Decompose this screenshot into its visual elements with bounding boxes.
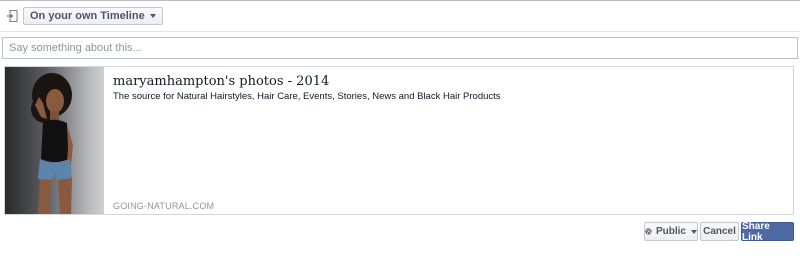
audience-dropdown[interactable]: On your own Timeline xyxy=(23,7,163,25)
preview-title[interactable]: maryamhampton's photos - 2014 xyxy=(113,74,329,89)
preview-description: The source for Natural Hairstyles, Hair … xyxy=(113,91,501,102)
preview-thumbnail xyxy=(5,67,104,214)
preview-domain: GOING-NATURAL.COM xyxy=(113,201,215,211)
share-to-timeline-icon xyxy=(7,10,18,22)
globe-icon xyxy=(645,228,652,235)
share-message-input[interactable] xyxy=(2,37,798,59)
privacy-selector-button[interactable]: Public xyxy=(644,222,698,241)
share-link-button[interactable]: Share Link xyxy=(741,221,794,243)
link-preview[interactable]: maryamhampton's photos - 2014 The source… xyxy=(4,66,794,215)
cancel-button[interactable]: Cancel xyxy=(700,222,739,241)
audience-label: On your own Timeline xyxy=(30,10,145,22)
share-dialog: On your own Timeline Say something about… xyxy=(0,0,800,268)
share-target-bar: On your own Timeline xyxy=(0,1,800,32)
chevron-down-icon xyxy=(691,229,697,234)
chevron-down-icon xyxy=(149,14,156,18)
privacy-label: Public xyxy=(655,226,686,237)
